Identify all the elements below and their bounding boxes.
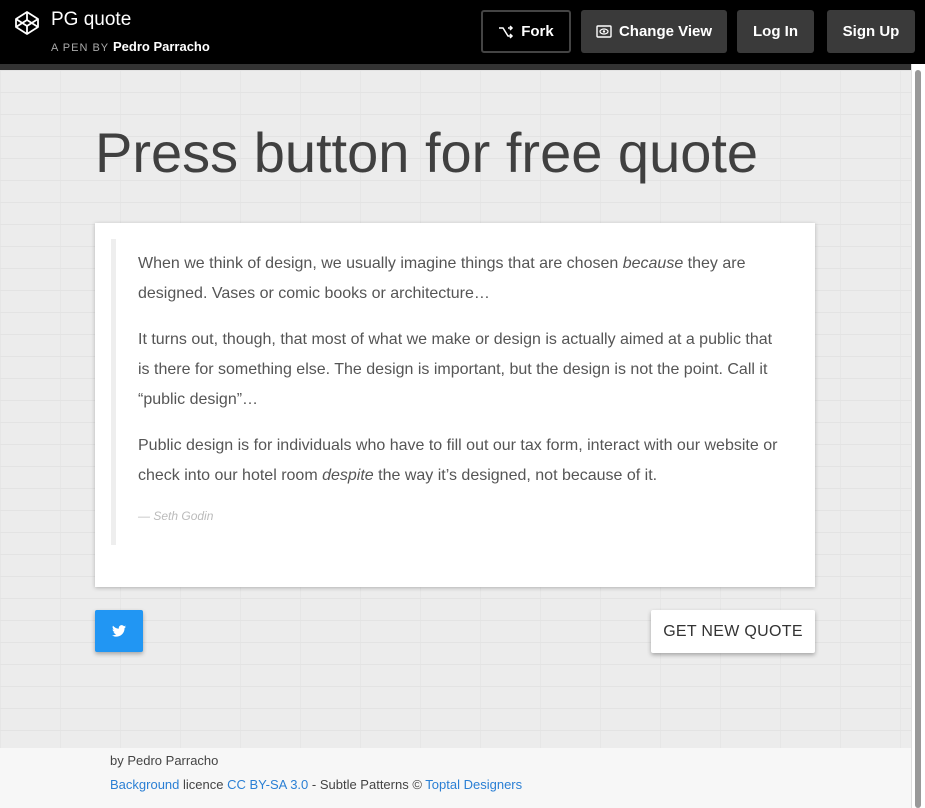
background-link[interactable]: Background — [110, 777, 179, 792]
pen-title: PG quote — [51, 9, 132, 30]
quote-author: — Seth Godin — [138, 509, 214, 523]
quote-paragraph-1: When we think of design, we usually imag… — [138, 255, 746, 302]
change-view-button[interactable]: Change View — [581, 10, 727, 53]
change-view-label: Change View — [618, 23, 713, 40]
footer-credits: Background licence CC BY-SA 3.0 - Subtle… — [110, 777, 523, 792]
toptal-designers-link[interactable]: Toptal Designers — [425, 777, 522, 792]
scrollbar-thumb[interactable] — [915, 70, 921, 808]
top-bar: PG quote A PEN BY Pedro Parracho Fork Ch… — [0, 0, 925, 64]
quote-paragraph-2: It turns out, though, that most of what … — [138, 331, 773, 408]
quote-card: When we think of design, we usually imag… — [95, 223, 815, 587]
pen-by-prefix: A PEN BY — [51, 42, 109, 54]
view-icon — [596, 25, 612, 38]
pen-by-line: A PEN BY Pedro Parracho — [51, 39, 210, 54]
footer: by Pedro Parracho Background licence CC … — [0, 748, 911, 808]
quote-paragraph-3: Public design is for individuals who hav… — [138, 437, 778, 484]
fork-button[interactable]: Fork — [481, 10, 571, 53]
fork-icon — [499, 24, 514, 39]
blockquote-border — [111, 239, 116, 545]
fork-label: Fork — [521, 23, 554, 40]
login-button[interactable]: Log In — [737, 10, 814, 53]
quote-text: When we think of design, we usually imag… — [138, 249, 788, 507]
twitter-icon — [112, 625, 126, 637]
page-title: Press button for free quote — [95, 121, 759, 184]
get-new-quote-button[interactable]: GET NEW QUOTE — [651, 610, 815, 653]
codepen-logo-icon[interactable] — [14, 10, 40, 36]
pen-preview: Press button for free quote When we thin… — [0, 64, 911, 748]
tweet-button[interactable] — [95, 610, 143, 652]
signup-button[interactable]: Sign Up — [827, 10, 915, 53]
footer-byline: by Pedro Parracho — [110, 753, 219, 768]
vertical-scrollbar[interactable] — [911, 64, 925, 808]
author-link[interactable]: Pedro Parracho — [113, 39, 210, 54]
cc-license-link[interactable]: CC BY-SA 3.0 — [227, 777, 308, 792]
